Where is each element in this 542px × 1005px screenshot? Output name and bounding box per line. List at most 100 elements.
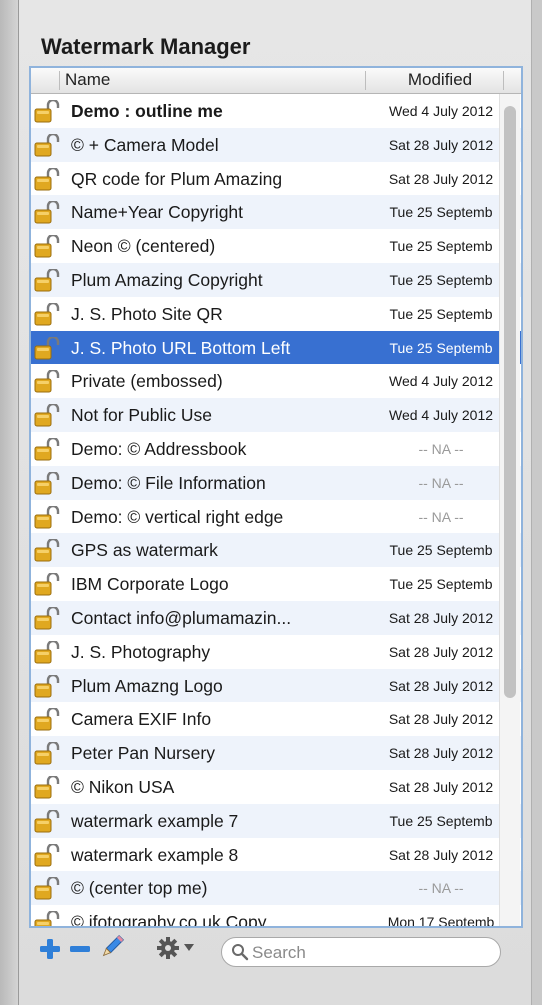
table-row[interactable]: Demo: © vertical right edge -- NA -- xyxy=(31,499,521,534)
unlocked-padlock-icon xyxy=(34,98,60,124)
unlocked-padlock-icon xyxy=(34,538,60,563)
unlocked-padlock-icon-graphic xyxy=(34,707,60,731)
minus-icon xyxy=(70,946,90,952)
unlocked-padlock-icon-graphic xyxy=(34,504,60,529)
table-row[interactable]: Plum Amazng Logo Sat 28 July 2012 xyxy=(31,668,521,703)
table-row[interactable]: © Nikon USA Sat 28 July 2012 xyxy=(31,769,521,804)
table-row[interactable]: QR code for Plum Amazing Sat 28 July 2012 xyxy=(31,161,521,196)
watermark-name: Plum Amazing Copyright xyxy=(71,269,263,290)
table-row[interactable]: Demo: © Addressbook -- NA -- xyxy=(31,431,521,466)
watermark-name: Name+Year Copyright xyxy=(71,202,244,223)
unlocked-padlock-icon-graphic xyxy=(34,470,60,495)
watermark-name: Demo : outline me xyxy=(71,101,223,121)
watermark-name: QR code for Plum Amazing xyxy=(71,168,283,189)
modified-date: Tue 25 Septemb xyxy=(389,238,493,255)
unlocked-padlock-icon xyxy=(34,707,60,732)
table-row[interactable]: J. S. Photo URL Bottom Left Tue 25 Septem… xyxy=(31,330,521,365)
watermark-name: Demo: © vertical right edge xyxy=(71,506,284,527)
table-row[interactable]: © (center top me) -- NA -- xyxy=(31,871,521,906)
table-row[interactable]: GPS as watermark Tue 25 Septemb xyxy=(31,533,521,568)
table-row[interactable]: © + Camera Model Sat 28 July 2012 xyxy=(31,127,521,162)
watermark-name: © ifotography.co.uk Copy xyxy=(71,912,267,928)
unlocked-padlock-icon-graphic xyxy=(34,132,60,157)
search-field[interactable] xyxy=(221,937,501,967)
unlocked-padlock-icon xyxy=(34,639,60,665)
edit-watermark-button[interactable] xyxy=(99,934,125,960)
table-row[interactable]: Demo : outline me Wed 4 July 2012 xyxy=(31,94,521,128)
watermark-name: Plum Amazng Logo xyxy=(71,675,223,696)
table-row[interactable]: Neon © (centered) Tue 25 Septemb xyxy=(31,229,521,263)
unlocked-padlock-icon xyxy=(34,234,60,259)
gear-icon xyxy=(157,937,179,959)
column-header-modified[interactable]: Modified xyxy=(385,70,495,90)
vertical-scrollbar[interactable] xyxy=(499,94,520,926)
modified-date: Tue 25 Septemb xyxy=(389,812,493,829)
pencil-icon xyxy=(102,934,125,957)
modified-date: -- NA -- xyxy=(418,440,464,457)
scrollbar-thumb[interactable] xyxy=(504,106,516,698)
table-row[interactable]: Plum Amazing Copyright Tue 25 Septemb xyxy=(31,262,521,297)
watermark-name: J. S. Photo Site QR xyxy=(71,303,223,324)
modified-date: Tue 25 Septemb xyxy=(389,305,493,322)
table-row[interactable]: Private (embossed) Wed 4 July 2012 xyxy=(31,364,521,399)
watermark-name: Camera EXIF Info xyxy=(71,709,212,730)
table-row[interactable]: Camera EXIF Info Sat 28 July 2012 xyxy=(31,702,521,737)
table-row[interactable]: Contact info@plumamazin... Sat 28 July 20… xyxy=(31,600,521,635)
watermark-name: Demo: © Addressbook xyxy=(71,438,247,459)
table-row[interactable]: watermark example 7 Tue 25 Septemb xyxy=(31,803,521,838)
unlocked-padlock-icon-graphic xyxy=(34,301,60,326)
search-input[interactable] xyxy=(250,939,494,967)
watermark-manager-panel: Watermark Manager Name Modified Demo : o… xyxy=(18,0,532,1005)
modified-date: -- NA -- xyxy=(418,880,464,897)
column-separator xyxy=(503,71,504,90)
table-row[interactable]: watermark example 8 Sat 28 July 2012 xyxy=(31,837,521,872)
modified-date: Sat 28 July 2012 xyxy=(388,778,494,795)
unlocked-padlock-icon xyxy=(34,335,60,361)
unlocked-padlock-icon xyxy=(34,774,60,800)
chevron-down-icon xyxy=(184,944,194,951)
watermark-table: Name Modified Demo : outline me Wed 4 Jul… xyxy=(29,66,523,928)
table-row[interactable]: Demo: © File Information -- NA -- xyxy=(31,465,521,500)
table-body: Demo : outline me Wed 4 July 2012 © + Came… xyxy=(31,94,521,928)
table-row[interactable]: Name+Year Copyright Tue 25 Septemb xyxy=(31,195,521,230)
table-row[interactable]: IBM Corporate Logo Tue 25 Septemb xyxy=(31,567,521,601)
unlocked-padlock-icon xyxy=(34,910,60,926)
watermark-name: Contact info@plumamazin... xyxy=(71,607,292,628)
watermark-name: Not for Public Use xyxy=(71,405,213,426)
unlocked-padlock-icon xyxy=(34,504,60,530)
unlocked-padlock-icon xyxy=(34,572,60,597)
column-separator xyxy=(365,71,366,90)
table-row[interactable]: J. S. Photography Sat 28 July 2012 xyxy=(31,634,521,669)
table-row[interactable]: Peter Pan Nursery Sat 28 July 2012 xyxy=(31,736,521,770)
unlocked-padlock-icon-graphic xyxy=(34,572,60,596)
background-window-edge xyxy=(0,0,18,1005)
actions-menu-button[interactable] xyxy=(155,935,195,961)
unlocked-padlock-icon-graphic xyxy=(34,335,60,360)
unlocked-padlock-icon xyxy=(34,470,60,496)
watermark-name: © (center top me) xyxy=(71,878,208,899)
table-row[interactable]: J. S. Photo Site QR Tue 25 Septemb xyxy=(31,296,521,331)
unlocked-padlock-icon xyxy=(34,132,60,158)
modified-date: Sat 28 July 2012 xyxy=(388,846,494,863)
watermark-name: IBM Corporate Logo xyxy=(71,574,229,595)
table-row[interactable]: Not for Public Use Wed 4 July 2012 xyxy=(31,398,521,432)
unlocked-padlock-icon xyxy=(34,267,60,293)
unlocked-padlock-icon-graphic xyxy=(34,200,60,224)
modified-date: Sat 28 July 2012 xyxy=(388,711,494,728)
watermark-name: watermark example 7 xyxy=(71,810,239,831)
add-watermark-button[interactable] xyxy=(39,938,61,960)
remove-watermark-button[interactable] xyxy=(69,938,91,960)
unlocked-padlock-icon xyxy=(34,605,60,631)
unlocked-padlock-icon-graphic xyxy=(34,538,60,562)
modified-date: Wed 4 July 2012 xyxy=(388,407,494,424)
table-header: Name Modified xyxy=(31,68,521,94)
modified-date: Tue 25 Septemb xyxy=(389,576,493,593)
unlocked-padlock-icon-graphic xyxy=(34,267,60,292)
modified-date: -- NA -- xyxy=(418,508,464,525)
modified-date: Tue 25 Septemb xyxy=(389,271,493,288)
table-row[interactable]: © ifotography.co.uk Copy Mon 17 Septemb xyxy=(31,905,521,928)
column-header-name[interactable]: Name xyxy=(65,70,110,90)
unlocked-padlock-icon-graphic xyxy=(34,741,60,765)
column-separator xyxy=(59,71,60,90)
unlocked-padlock-icon xyxy=(34,369,60,394)
